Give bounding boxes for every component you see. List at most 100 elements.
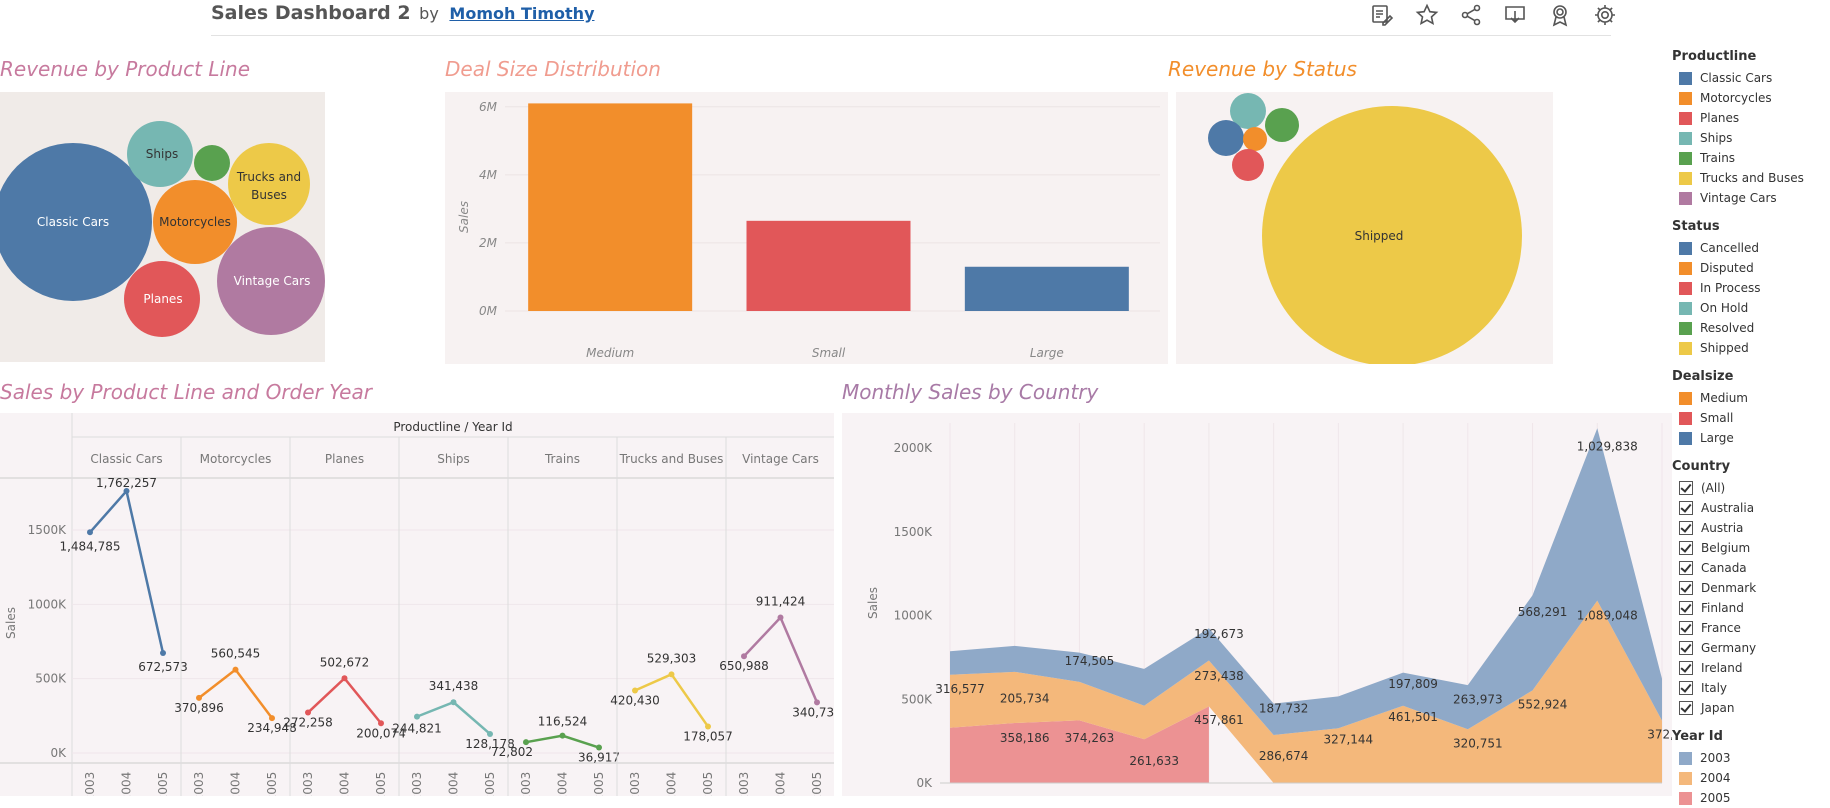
- legend-item-productline[interactable]: Motorcycles: [1672, 88, 1830, 108]
- country-checkbox[interactable]: [1679, 501, 1693, 515]
- deal-bar-large[interactable]: [964, 266, 1129, 311]
- legend-item-productline[interactable]: Trains: [1672, 148, 1830, 168]
- legend-label: Cancelled: [1700, 241, 1759, 255]
- legend-productline: Classic Cars Motorcycles Planes Ships Trains…: [1672, 68, 1830, 208]
- legend-item-status[interactable]: In Process: [1672, 278, 1830, 298]
- country-checkbox[interactable]: [1679, 701, 1693, 715]
- country-filter-item[interactable]: Germany: [1672, 638, 1830, 658]
- trellis-point[interactable]: [559, 732, 566, 739]
- area-data-label: 192,673: [1194, 627, 1244, 641]
- legend-dealsize: Medium Small Large: [1672, 388, 1830, 448]
- legend-item-dealsize[interactable]: Large: [1672, 428, 1830, 448]
- bubble-trucks-and-buses[interactable]: [228, 143, 310, 225]
- legend-item-productline[interactable]: Vintage Cars: [1672, 188, 1830, 208]
- legend-swatch: [1679, 151, 1692, 165]
- legend-item-dealsize[interactable]: Medium: [1672, 388, 1830, 408]
- legend-swatch: [1679, 91, 1692, 105]
- area-data-label: 316,577: [935, 682, 985, 696]
- author-link[interactable]: Momoh Timothy: [449, 4, 594, 23]
- trellis-point[interactable]: [341, 675, 348, 682]
- country-label: Australia: [1701, 501, 1755, 515]
- legend-item-year[interactable]: 2003: [1672, 748, 1830, 768]
- settings-icon[interactable]: [1590, 1, 1620, 29]
- star-icon[interactable]: [1412, 1, 1442, 29]
- legend-item-status[interactable]: On Hold: [1672, 298, 1830, 318]
- country-checkbox[interactable]: [1679, 521, 1693, 535]
- area-data-label: 552,924: [1518, 697, 1568, 711]
- country-checkbox[interactable]: [1679, 581, 1693, 595]
- country-checkbox[interactable]: [1679, 601, 1693, 615]
- country-filter-item[interactable]: Canada: [1672, 558, 1830, 578]
- revenue-by-product-line-panel: Classic Cars Ships Trucks and Buses Moto…: [0, 92, 325, 362]
- country-filter-item[interactable]: Ireland: [1672, 658, 1830, 678]
- trellis-point[interactable]: [450, 699, 457, 706]
- legend-item-productline[interactable]: Trucks and Buses: [1672, 168, 1830, 188]
- country-filter-item[interactable]: (All): [1672, 478, 1830, 498]
- bubble-label-shipped: Shipped: [1355, 229, 1404, 243]
- country-filter-item[interactable]: Australia: [1672, 498, 1830, 518]
- country-checkbox[interactable]: [1679, 621, 1693, 635]
- trellis-point[interactable]: [232, 666, 239, 673]
- trellis-point[interactable]: [160, 650, 166, 657]
- country-filter-item[interactable]: Japan: [1672, 698, 1830, 718]
- legend-swatch: [1679, 111, 1692, 125]
- legend-item-productline[interactable]: Classic Cars: [1672, 68, 1830, 88]
- deal-bar-medium[interactable]: [528, 103, 693, 311]
- trellis-point[interactable]: [777, 614, 784, 621]
- legend-year: 2003 2004 2005: [1672, 748, 1830, 808]
- country-checkbox[interactable]: [1679, 481, 1693, 495]
- bubble-resolved[interactable]: [1265, 108, 1299, 142]
- country-filter-item[interactable]: Finland: [1672, 598, 1830, 618]
- legend-item-year[interactable]: 2005: [1672, 788, 1830, 808]
- country-label: Denmark: [1701, 581, 1757, 595]
- download-icon[interactable]: [1500, 1, 1530, 29]
- trellis-col-header: Ships: [437, 452, 469, 466]
- country-checkbox[interactable]: [1679, 641, 1693, 655]
- trellis-point[interactable]: [87, 529, 93, 536]
- legend-item-status[interactable]: Disputed: [1672, 258, 1830, 278]
- country-checkbox[interactable]: [1679, 561, 1693, 575]
- legend-item-year[interactable]: 2004: [1672, 768, 1830, 788]
- country-checkbox[interactable]: [1679, 541, 1693, 555]
- deal-xtick: Large: [1030, 346, 1064, 360]
- trellis-data-label: 911,424: [756, 595, 806, 609]
- trellis-point[interactable]: [668, 671, 675, 678]
- sales-by-product-line-year-title: Sales by Product Line and Order Year: [0, 380, 372, 404]
- award-icon[interactable]: [1545, 1, 1575, 29]
- trellis-point[interactable]: [414, 713, 420, 720]
- product-line-bubble-chart: Classic Cars Ships Trucks and Buses Moto…: [0, 121, 325, 337]
- legend-item-status[interactable]: Cancelled: [1672, 238, 1830, 258]
- bubble-disputed[interactable]: [1243, 127, 1267, 151]
- deal-bar-small[interactable]: [746, 220, 911, 311]
- trellis-data-label: 529,303: [647, 651, 697, 665]
- legend-item-status[interactable]: Shipped: [1672, 338, 1830, 358]
- bubble-cancelled[interactable]: [1208, 120, 1244, 156]
- trellis-year-tick: 2005: [810, 772, 824, 796]
- country-filter-item[interactable]: Austria: [1672, 518, 1830, 538]
- legend-item-productline[interactable]: Planes: [1672, 108, 1830, 128]
- trellis-ytick: 1500K: [28, 523, 68, 537]
- legend-item-dealsize[interactable]: Small: [1672, 408, 1830, 428]
- bubble-in-process[interactable]: [1232, 149, 1264, 181]
- trellis-col-header: Trains: [544, 452, 580, 466]
- country-filter-item[interactable]: Italy: [1672, 678, 1830, 698]
- legend-country-filter: (All) Australia Austria Belgium Canada Denmar…: [1672, 478, 1830, 718]
- country-checkbox[interactable]: [1679, 681, 1693, 695]
- legend-swatch: [1679, 391, 1692, 405]
- legend-item-status[interactable]: Resolved: [1672, 318, 1830, 338]
- edit-icon[interactable]: [1367, 1, 1397, 29]
- country-checkbox[interactable]: [1679, 661, 1693, 675]
- share-icon[interactable]: [1456, 1, 1486, 29]
- area-ytick: 1500K: [894, 525, 934, 539]
- country-filter-item[interactable]: Belgium: [1672, 538, 1830, 558]
- trellis-line-0[interactable]: [89, 488, 165, 654]
- area-data-label: 327,144: [1324, 732, 1374, 746]
- legend-item-productline[interactable]: Ships: [1672, 128, 1830, 148]
- country-filter-item[interactable]: France: [1672, 618, 1830, 638]
- trellis-col-header: Planes: [325, 452, 364, 466]
- country-filter-item[interactable]: Denmark: [1672, 578, 1830, 598]
- deal-xtick: Small: [812, 346, 846, 360]
- trellis-data-label: 178,057: [683, 730, 733, 744]
- bubble-trains[interactable]: [194, 145, 230, 181]
- trellis-data-label: 72,802: [491, 745, 533, 759]
